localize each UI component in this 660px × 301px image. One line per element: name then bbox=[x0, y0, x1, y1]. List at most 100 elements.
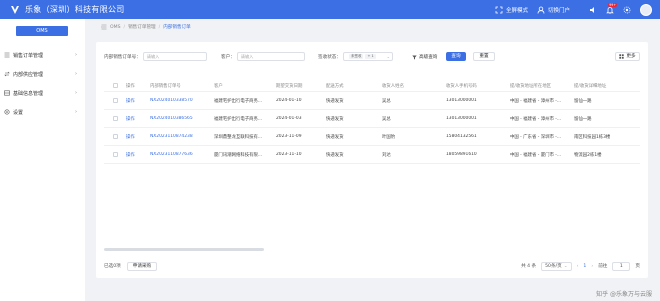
column-header[interactable]: 提/收货地址所在地区 bbox=[510, 83, 574, 89]
breadcrumb-item[interactable]: OMS bbox=[110, 25, 121, 30]
customer-cell: 福建宅护出行电子商务... bbox=[214, 98, 263, 104]
row-action-link[interactable]: 操作 bbox=[126, 134, 150, 140]
horizontal-scrollbar[interactable] bbox=[104, 248, 264, 251]
address-cell: 南区科技园1栋3楼 bbox=[574, 134, 611, 140]
notification-bell[interactable]: 99+ bbox=[606, 2, 617, 14]
gear-icon bbox=[4, 109, 10, 115]
order-no-link[interactable]: NX2024010386565 bbox=[150, 116, 214, 121]
column-header[interactable]: 收货人姓名 bbox=[382, 83, 446, 89]
address-cell: 物流园2栋1楼 bbox=[574, 152, 602, 158]
table-row[interactable]: 操作 NX2023110874238 深圳鼎整龙互联科技有... 2023-11… bbox=[104, 128, 640, 146]
more-button[interactable]: 更多 bbox=[615, 52, 640, 61]
status-select[interactable]: 未签收 + 1 ⌄ bbox=[342, 52, 393, 61]
customer-input[interactable]: 请输入 bbox=[236, 52, 305, 61]
date-cell: 2023-11-10 bbox=[276, 152, 302, 157]
row-action-link[interactable]: 操作 bbox=[126, 152, 150, 158]
row-action-link[interactable]: 操作 bbox=[126, 116, 150, 122]
database-icon bbox=[4, 90, 10, 96]
status-label: 签收状态： bbox=[318, 54, 341, 60]
reset-button[interactable]: 重置 bbox=[473, 52, 495, 61]
order-no-input[interactable]: 请输入 bbox=[142, 52, 207, 61]
phone-cell: 13013000001 bbox=[446, 116, 477, 121]
table-header: 操作 内部销售订单号 客户 期望交货日期 配送方式 收货人姓名 收货人手机号码 … bbox=[104, 80, 640, 92]
status-more-chip: + 1 bbox=[365, 54, 376, 59]
breadcrumb-separator: / bbox=[158, 24, 161, 30]
user-avatar[interactable] bbox=[640, 3, 652, 16]
next-page-icon[interactable]: › bbox=[591, 264, 593, 269]
chevron-right-icon: › bbox=[75, 52, 77, 58]
order-no-label: 内部销售订单号： bbox=[104, 54, 141, 60]
sidebar-item-basic-info[interactable]: 基础信息管理 › bbox=[4, 87, 80, 99]
region-cell: 中国 - 福建省 - 厦门市 -... bbox=[510, 152, 562, 158]
sidebar-item-label: 基础信息管理 bbox=[13, 90, 44, 97]
row-action-link[interactable]: 操作 bbox=[126, 98, 150, 104]
user-icon bbox=[537, 6, 545, 14]
row-checkbox[interactable] bbox=[112, 98, 118, 103]
fullscreen-label: 全屏模式 bbox=[505, 7, 528, 14]
order-no-link[interactable]: NX2023110874238 bbox=[150, 134, 214, 139]
advanced-search-label: 高级查询 bbox=[419, 55, 438, 60]
receiver-cell: 刘达 bbox=[382, 152, 391, 158]
fullscreen-button[interactable]: 全屏模式 bbox=[495, 6, 528, 14]
column-header[interactable]: 客户 bbox=[214, 83, 276, 89]
region-cell: 中国 - 广东省 - 深圳市 -... bbox=[510, 134, 562, 140]
oms-app-button[interactable]: OMS bbox=[16, 26, 68, 36]
row-checkbox[interactable] bbox=[112, 116, 118, 121]
page-size-value: 50条/页 bbox=[545, 263, 562, 269]
selected-count: 已选0项 bbox=[104, 264, 121, 269]
goto-page-input[interactable]: 1 bbox=[612, 261, 631, 271]
order-no-link[interactable]: NX2023110877636 bbox=[150, 152, 214, 157]
top-header: 乐象（深圳）科技有限公司 全屏模式 切换门户 99+ bbox=[0, 0, 660, 19]
sidebar-item-label: 销售订单管理 bbox=[13, 52, 44, 59]
delivery-cell: 快递发货 bbox=[326, 152, 344, 158]
apply-purchase-button[interactable]: 申请采购 bbox=[126, 261, 158, 271]
current-page[interactable]: 1 bbox=[583, 264, 586, 269]
status-chip[interactable]: 未签收 bbox=[348, 54, 364, 59]
order-no-link[interactable]: NX2024010338570 bbox=[150, 98, 214, 103]
row-checkbox[interactable] bbox=[112, 152, 118, 157]
table-row[interactable]: 操作 NX2023110877636 厦门讯潮网络科技有限... 2023-11… bbox=[104, 146, 640, 164]
table-row[interactable]: 操作 NX2024010338570 福建宅护出行电子商务... 2024-01… bbox=[104, 92, 640, 110]
sidebar-item-settings[interactable]: 设置 › bbox=[4, 106, 80, 118]
speaker-icon[interactable] bbox=[589, 6, 597, 14]
main-card: 内部销售订单号： 请输入 客户： 请输入 签收状态： 未签收 + 1 ⌄ 高级查… bbox=[96, 42, 648, 278]
settings-icon[interactable] bbox=[623, 6, 631, 14]
phone-cell: 18059891610 bbox=[446, 152, 477, 157]
breadcrumb-current: 内部销售订单 bbox=[163, 25, 191, 30]
select-all-checkbox[interactable] bbox=[112, 83, 118, 88]
order-no-filter: 内部销售订单号： 请输入 bbox=[104, 52, 207, 61]
column-header: 操作 bbox=[126, 83, 135, 89]
column-header[interactable]: 配送方式 bbox=[326, 83, 382, 89]
advanced-search-button[interactable]: 高级查询 bbox=[412, 54, 437, 60]
breadcrumb-separator: / bbox=[123, 24, 126, 30]
table-row[interactable]: 操作 NX2024010386565 福建宅护出行电子商务... 2024-01… bbox=[104, 110, 640, 128]
sidebar-item-internal-supply[interactable]: 内部供应管理 › bbox=[4, 68, 80, 80]
search-button[interactable]: 查询 bbox=[446, 52, 466, 61]
column-header[interactable]: 收货人手机号码 bbox=[446, 83, 510, 89]
collapse-menu-icon[interactable] bbox=[101, 24, 107, 30]
breadcrumb: OMS / 销售订单管理 / 内部销售订单 bbox=[101, 22, 191, 32]
brand-name: 乐象（深圳）科技有限公司 bbox=[25, 5, 125, 14]
watermark: 知乎 @乐象万与云服 bbox=[596, 291, 652, 298]
breadcrumb-item[interactable]: 销售订单管理 bbox=[128, 24, 156, 30]
sidebar-item-sales-orders[interactable]: 销售订单管理 › bbox=[4, 49, 80, 61]
delivery-cell: 快递发货 bbox=[326, 134, 344, 140]
prev-page-icon[interactable]: ‹ bbox=[577, 264, 579, 269]
sidebar: OMS 销售订单管理 › 内部供应管理 › 基础信息管理 › 设置 › bbox=[0, 19, 85, 301]
column-header[interactable]: 内部销售订单号 bbox=[150, 83, 214, 89]
total-count: 共 4 条 bbox=[521, 264, 537, 269]
row-checkbox[interactable] bbox=[112, 134, 118, 139]
customer-cell: 厦门讯潮网络科技有限... bbox=[214, 152, 263, 158]
switch-portal-button[interactable]: 切换门户 bbox=[537, 6, 570, 14]
phone-cell: 15804132561 bbox=[446, 134, 477, 139]
phone-cell: 13013000001 bbox=[446, 98, 477, 103]
status-filter: 签收状态： 未签收 + 1 ⌄ bbox=[318, 52, 393, 61]
receiver-cell: 吴总 bbox=[382, 116, 391, 122]
customer-filter: 客户： 请输入 bbox=[221, 52, 305, 61]
page-size-select[interactable]: 50条/页 ⌄ bbox=[541, 261, 572, 271]
switch-portal-label: 切换门户 bbox=[547, 7, 570, 14]
column-header[interactable]: 提/收货详细地址 bbox=[574, 83, 640, 89]
date-cell: 2024-01-10 bbox=[276, 98, 302, 103]
grid-icon bbox=[619, 54, 625, 59]
column-header[interactable]: 期望交货日期 bbox=[276, 83, 326, 89]
